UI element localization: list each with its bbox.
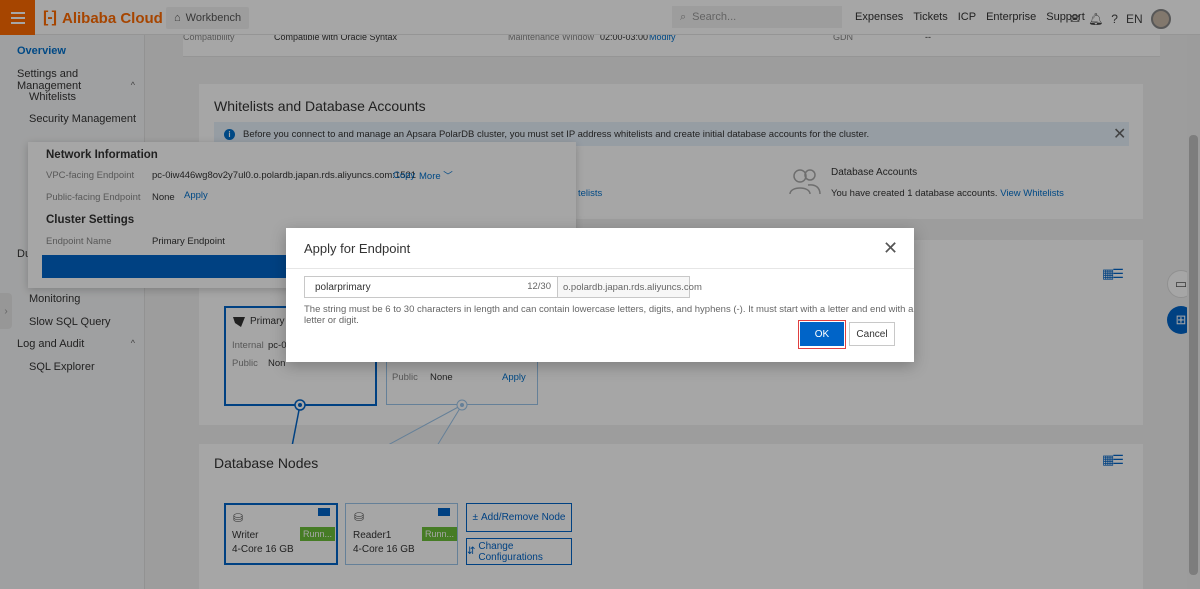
endpoint-suffix: o.polardb.japan.rds.aliyuncs.com [558, 276, 702, 298]
char-counter: 12/30 [527, 281, 551, 292]
endpoint-prefix-input[interactable]: polarprimary 12/30 [304, 276, 558, 298]
close-icon[interactable]: ✕ [883, 238, 898, 259]
cancel-button[interactable]: Cancel [849, 322, 895, 346]
dialog-divider [286, 268, 914, 269]
dialog-title: Apply for Endpoint [304, 241, 411, 256]
ok-button[interactable]: OK [800, 322, 844, 346]
endpoint-prefix-value: polarprimary [315, 281, 371, 293]
apply-endpoint-dialog: Apply for Endpoint ✕ polarprimary 12/30 … [286, 228, 914, 362]
